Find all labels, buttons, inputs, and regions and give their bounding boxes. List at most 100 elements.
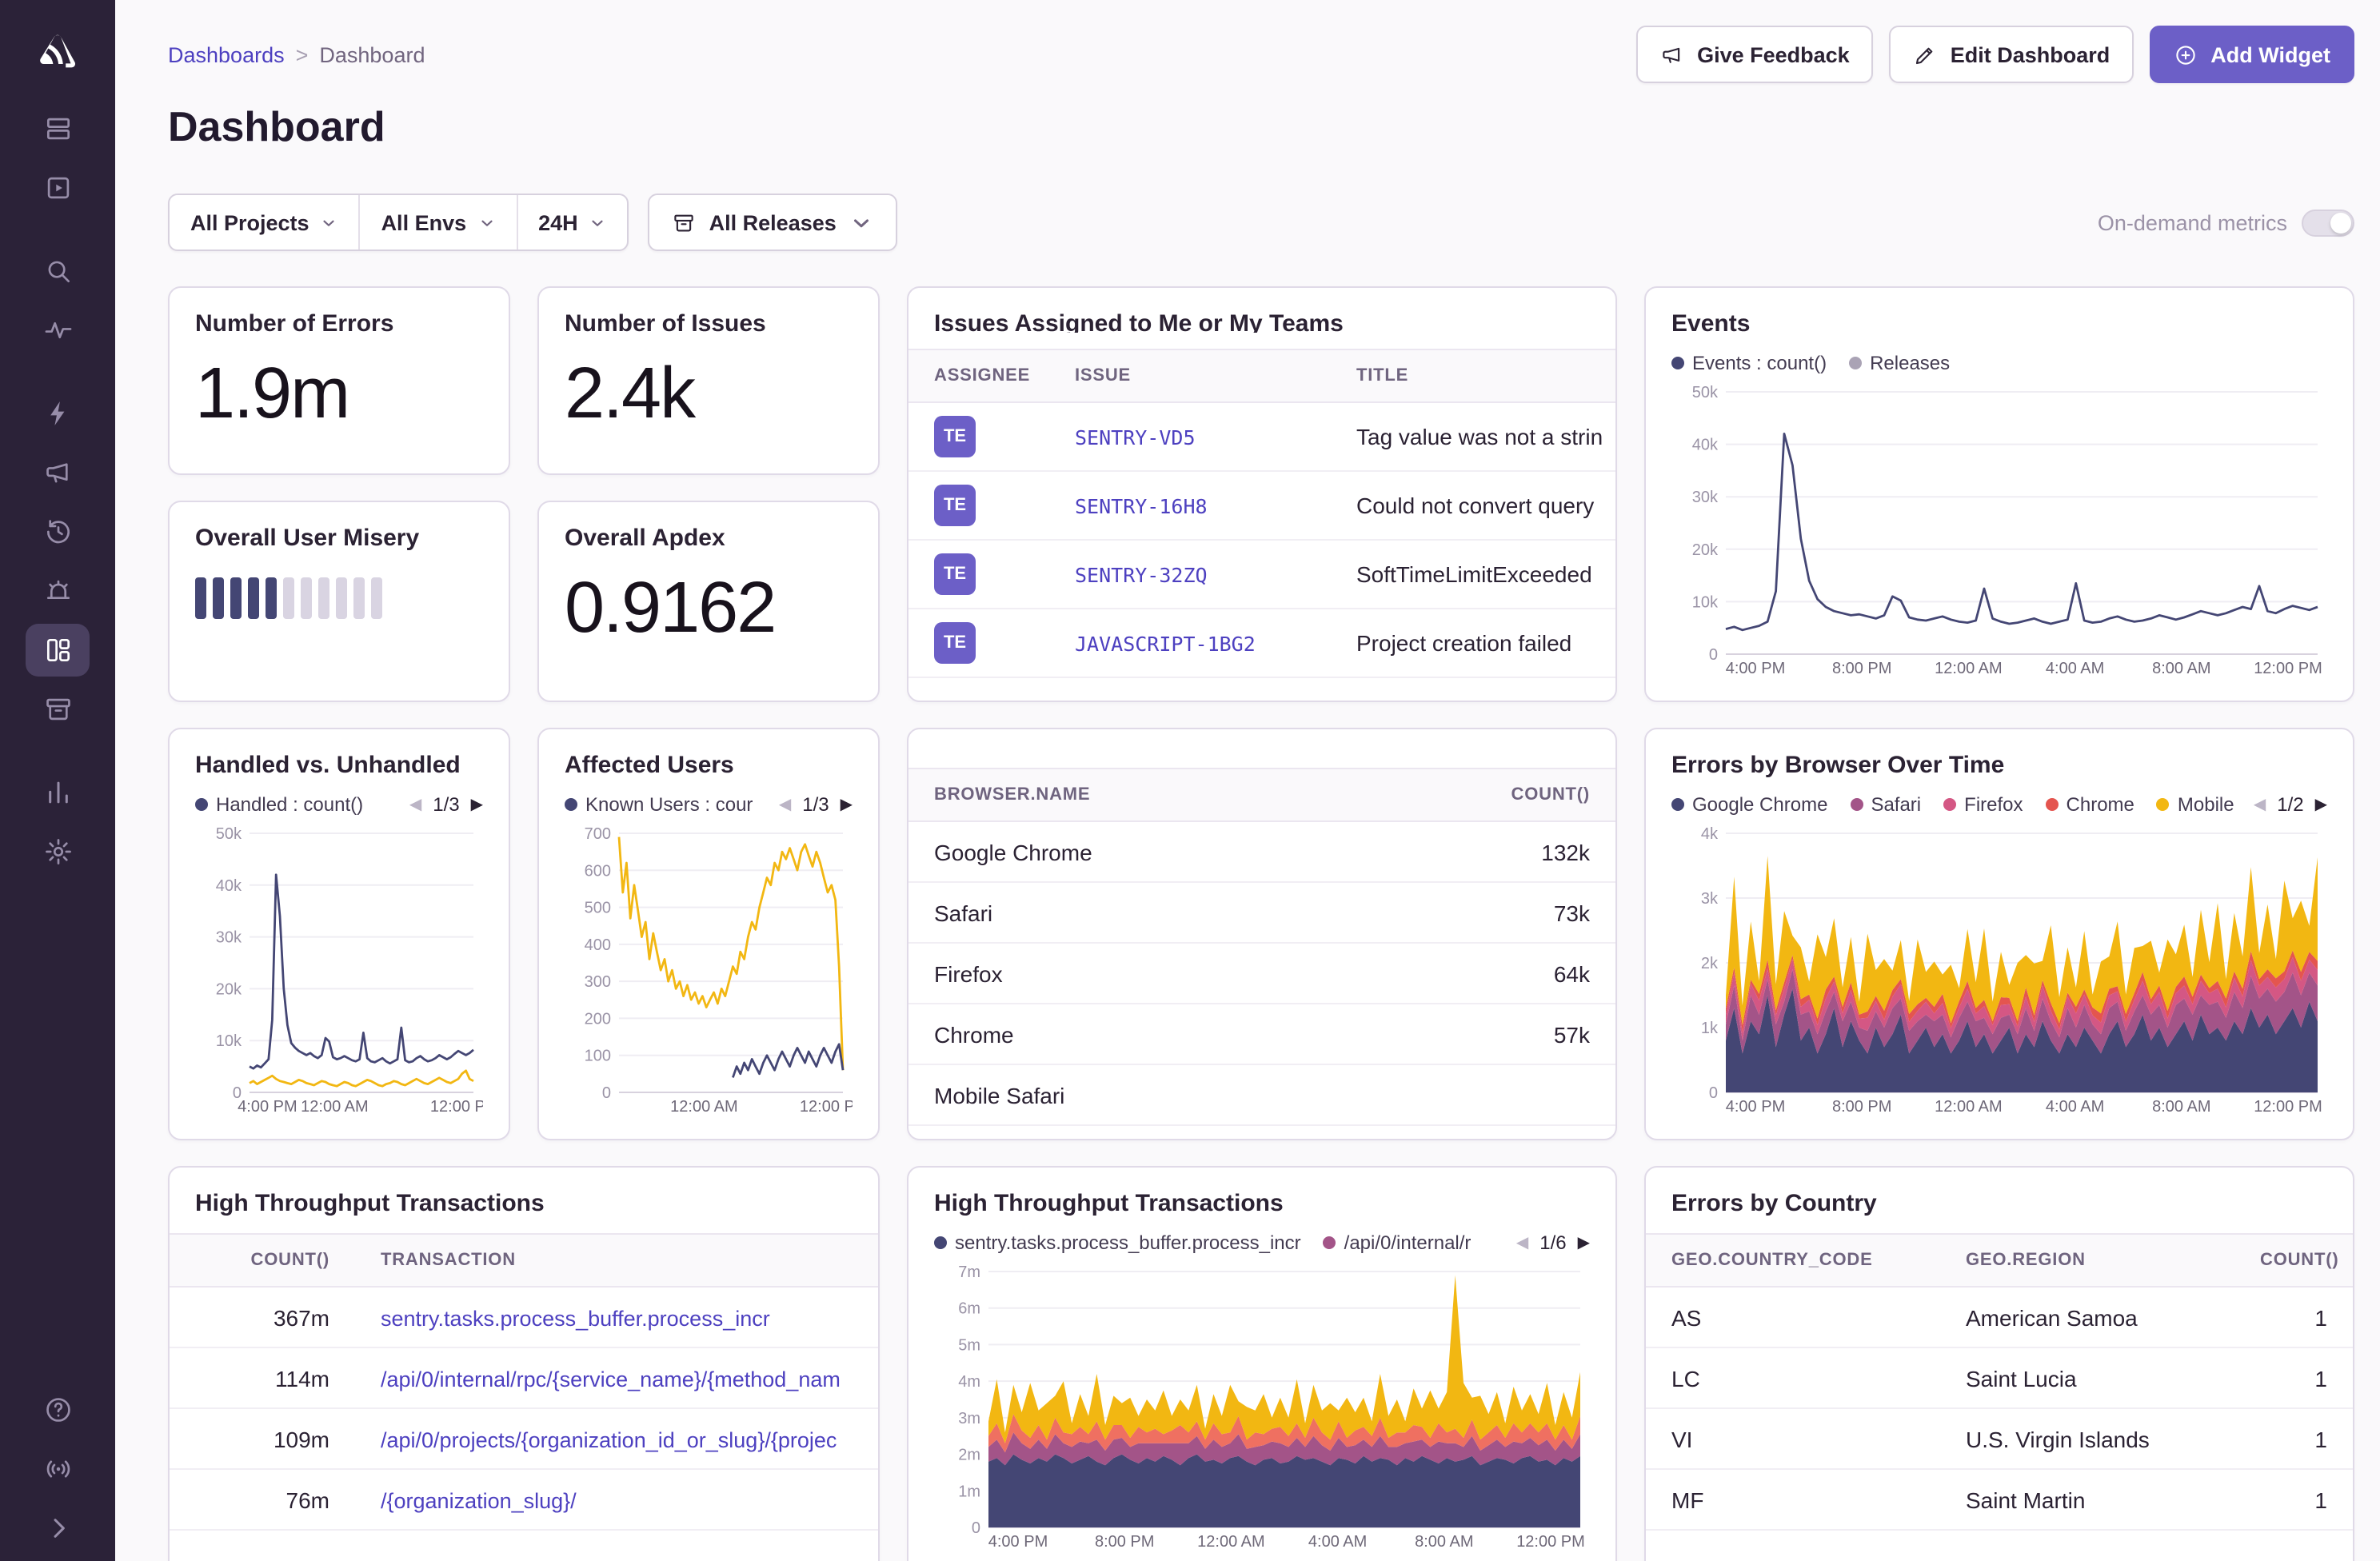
- prev-page-button[interactable]: ◀: [1516, 1234, 1528, 1252]
- table-cell: Safari: [934, 900, 993, 925]
- sidebar-item-replays[interactable]: [26, 505, 90, 558]
- sidebar-nav: [0, 99, 115, 881]
- legend-item[interactable]: Safari: [1850, 793, 1921, 816]
- svg-text:0: 0: [972, 1519, 980, 1537]
- legend-item[interactable]: sentry.tasks.process_buffer.process_incr: [934, 1232, 1301, 1254]
- svg-text:20k: 20k: [216, 980, 242, 998]
- issue-link[interactable]: JAVASCRIPT-1BG2: [1075, 632, 1256, 656]
- edit-dashboard-button[interactable]: Edit Dashboard: [1889, 26, 2134, 83]
- svg-text:12:00 AM: 12:00 AM: [670, 1098, 738, 1116]
- assignee-badge: TE: [934, 416, 976, 457]
- legend-item[interactable]: Firefox: [1943, 793, 2023, 816]
- widget-title: Errors by Browser Over Time: [1671, 752, 2005, 779]
- transaction-link[interactable]: /api/0/projects/{organization_id_or_slug…: [381, 1427, 837, 1451]
- releases-filter[interactable]: All Releases: [648, 194, 897, 251]
- legend-item[interactable]: /api/0/internal/r: [1323, 1232, 1471, 1254]
- svg-text:500: 500: [585, 900, 611, 917]
- svg-text:12:00 P: 12:00 P: [800, 1098, 853, 1116]
- sentry-logo[interactable]: [26, 19, 90, 83]
- widget-errors-by-browser-over-time: Errors by Browser Over Time Google Chrom…: [1644, 728, 2354, 1140]
- sidebar-item-stats[interactable]: [26, 766, 90, 819]
- next-page-button[interactable]: ▶: [1578, 1234, 1590, 1252]
- widget-title: High Throughput Transactions: [934, 1190, 1284, 1217]
- svg-text:12:00 PM: 12:00 PM: [2254, 1098, 2322, 1116]
- pencil-icon: [1914, 42, 1938, 66]
- page-title: Dashboard: [168, 102, 385, 150]
- table-row: LC Saint Lucia 1: [1646, 1348, 2353, 1409]
- table-cell: TE: [908, 416, 1049, 457]
- issue-link[interactable]: SENTRY-32ZQ: [1075, 563, 1208, 587]
- prev-page-button[interactable]: ◀: [409, 796, 421, 813]
- sidebar-item-whats-new[interactable]: [26, 1443, 90, 1495]
- table-cell: Google Chrome: [934, 839, 1092, 864]
- sidebar-item-projects[interactable]: [26, 162, 90, 214]
- sidebar-item-collapse[interactable]: [26, 1502, 90, 1555]
- sidebar-item-explore[interactable]: [26, 245, 90, 297]
- svg-text:4:00 AM: 4:00 AM: [2046, 1098, 2104, 1116]
- breadcrumb-dashboards[interactable]: Dashboards: [168, 42, 285, 66]
- give-feedback-label: Give Feedback: [1697, 42, 1850, 66]
- sidebar-item-issues[interactable]: [26, 102, 90, 155]
- sidebar-item-insights[interactable]: [26, 304, 90, 357]
- sidebar-item-dashboards[interactable]: [26, 624, 90, 677]
- sidebar-item-feedback[interactable]: [26, 446, 90, 499]
- issue-link[interactable]: SENTRY-VD5: [1075, 425, 1196, 449]
- table-row: Safari 73k: [908, 883, 1615, 944]
- next-page-button[interactable]: ▶: [841, 796, 853, 813]
- svg-text:7m: 7m: [958, 1264, 980, 1281]
- table-cell: Saint Martin: [1966, 1487, 2086, 1512]
- add-widget-button[interactable]: Add Widget: [2150, 26, 2354, 83]
- sidebar-item-settings[interactable]: [26, 825, 90, 878]
- transaction-link[interactable]: sentry.tasks.process_buffer.process_incr: [381, 1306, 770, 1330]
- sidebar-item-alerts[interactable]: [26, 387, 90, 440]
- lightning-icon: [42, 398, 73, 429]
- legend-item[interactable]: Events : count(): [1671, 352, 1827, 374]
- sidebar-item-help[interactable]: [26, 1383, 90, 1436]
- transaction-link[interactable]: /{organization_slug}/: [381, 1488, 577, 1512]
- column-header: COUNT(): [250, 1251, 329, 1270]
- give-feedback-button[interactable]: Give Feedback: [1636, 26, 1874, 83]
- legend-item[interactable]: Releases: [1849, 352, 1950, 374]
- errors-by-browser-over-time-chart: 0 1k 2k 3k 4k 4:00 PM 8:00 PM 12:00 AM 4:00 AM 8:…: [1671, 825, 2327, 1116]
- misery-tick: [353, 577, 365, 619]
- legend-item[interactable]: Handled : count(): [195, 793, 363, 816]
- prev-page-button[interactable]: ◀: [779, 796, 791, 813]
- releases-filter-label: All Releases: [709, 210, 837, 234]
- legend-pager: ◀ 1/3 ▶: [779, 793, 853, 816]
- projects-filter[interactable]: All Projects: [170, 195, 359, 250]
- legend-items: Known Users : cour: [565, 793, 763, 816]
- legend-item[interactable]: Chrome: [2045, 793, 2134, 816]
- legend-item[interactable]: Mobile S: [2156, 793, 2238, 816]
- widget-high-throughput-chart: High Throughput Transactions sentry.task…: [907, 1166, 1617, 1561]
- table-cell: Tag value was not a strin: [1356, 424, 1603, 449]
- svg-text:4:00 PM: 4:00 PM: [238, 1098, 297, 1116]
- svg-text:100: 100: [585, 1048, 611, 1065]
- environments-filter[interactable]: All Envs: [358, 195, 517, 250]
- next-page-button[interactable]: ▶: [2315, 796, 2327, 813]
- svg-text:4:00 AM: 4:00 AM: [1308, 1533, 1367, 1551]
- legend-pager: ◀ 1/2 ▶: [2254, 793, 2327, 816]
- svg-text:4:00 AM: 4:00 AM: [2046, 660, 2104, 677]
- on-demand-toggle[interactable]: [2302, 209, 2354, 236]
- legend-label: Releases: [1870, 352, 1951, 374]
- prev-page-button[interactable]: ◀: [2254, 796, 2266, 813]
- chevron-down-icon: [849, 210, 873, 234]
- table-cell: Could not convert query: [1356, 493, 1595, 518]
- svg-text:12:00 AM: 12:00 AM: [1935, 1098, 2003, 1116]
- svg-text:5m: 5m: [958, 1336, 980, 1354]
- sidebar-item-releases[interactable]: [26, 683, 90, 736]
- sidebar-item-crons[interactable]: [26, 565, 90, 617]
- filter-bar: All Projects All Envs 24H All Releases O: [115, 152, 2380, 251]
- time-range-filter[interactable]: 24H: [516, 195, 628, 250]
- widget-handled-vs-unhandled: Handled vs. Unhandled Handled : count() ◀…: [168, 728, 510, 1140]
- legend-item[interactable]: Known Users : cour: [565, 793, 753, 816]
- legend-item[interactable]: Google Chrome: [1671, 793, 1827, 816]
- table-cell: MF: [1671, 1487, 1704, 1512]
- next-page-button[interactable]: ▶: [471, 796, 483, 813]
- transaction-link[interactable]: /api/0/internal/rpc/{service_name}/{meth…: [381, 1367, 841, 1391]
- table-cell: 73k: [1553, 900, 1590, 925]
- replay-icon: [42, 517, 73, 547]
- misery-tick: [336, 577, 347, 619]
- issue-link[interactable]: SENTRY-16H8: [1075, 494, 1208, 518]
- table-cell: 109m: [273, 1426, 329, 1451]
